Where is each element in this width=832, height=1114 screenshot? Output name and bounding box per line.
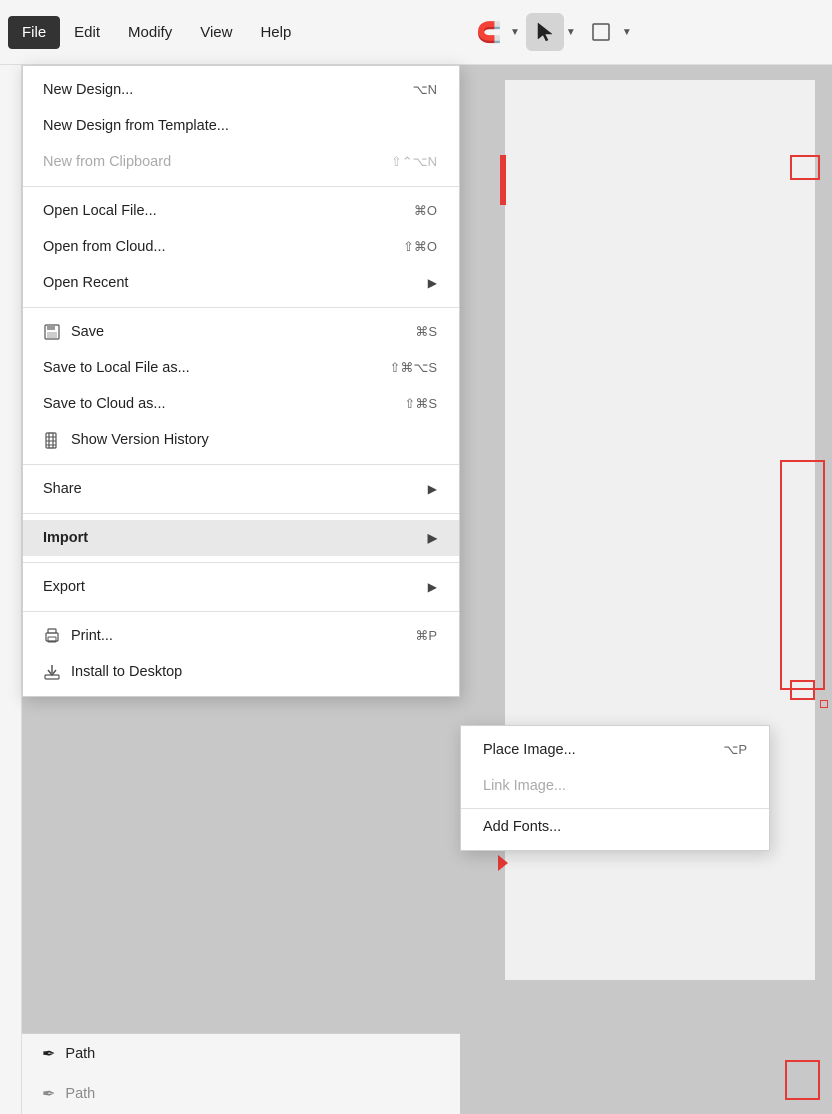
submenu-item-place-image[interactable]: Place Image... ⌥P bbox=[461, 732, 769, 768]
open-recent-label: Open Recent bbox=[43, 275, 128, 291]
menu-item-save-cloud[interactable]: Save to Cloud as... ⇧⌘S bbox=[23, 386, 459, 422]
save-local-label: Save to Local File as... bbox=[43, 360, 190, 376]
version-history-label: Show Version History bbox=[71, 432, 209, 448]
toolbar-btn-magnet[interactable]: 🧲 bbox=[470, 13, 508, 51]
print-shortcut: ⌘P bbox=[415, 628, 437, 644]
red-arrow bbox=[498, 855, 508, 871]
toolbar-dropdown-3: ▼ bbox=[582, 13, 632, 51]
red-decoration-2 bbox=[780, 460, 825, 690]
menu-section-export: Export ▶ bbox=[23, 562, 459, 611]
menu-item-version-history[interactable]: Show Version History bbox=[23, 422, 459, 458]
new-design-label: New Design... bbox=[43, 82, 133, 98]
menu-file[interactable]: File bbox=[8, 16, 60, 49]
place-image-shortcut: ⌥P bbox=[723, 742, 747, 758]
save-label: Save bbox=[71, 324, 104, 340]
open-cloud-shortcut: ⇧⌘O bbox=[403, 239, 437, 255]
toolbar-btn-shape[interactable] bbox=[582, 13, 620, 51]
menu-item-new-from-clipboard: New from Clipboard ⇧⌃⌥N bbox=[23, 144, 459, 180]
chevron-icon-3: ▼ bbox=[622, 27, 632, 38]
menu-section-import: Import ▶ bbox=[23, 513, 459, 562]
menu-item-save-local[interactable]: Save to Local File as... ⇧⌘⌥S bbox=[23, 350, 459, 386]
place-image-label: Place Image... bbox=[483, 742, 723, 758]
select-cursor-icon bbox=[535, 22, 555, 42]
submenu-item-add-fonts[interactable]: Add Fonts... bbox=[461, 808, 769, 844]
import-label: Import bbox=[43, 530, 88, 546]
new-design-shortcut: ⌥N bbox=[413, 82, 437, 98]
install-icon bbox=[43, 663, 61, 681]
red-decoration-5 bbox=[785, 1060, 820, 1100]
path2-label: Path bbox=[65, 1086, 95, 1102]
toolbar-btn-select[interactable] bbox=[526, 13, 564, 51]
menu-view[interactable]: View bbox=[186, 16, 246, 49]
open-cloud-label: Open from Cloud... bbox=[43, 239, 166, 255]
save-icon bbox=[43, 323, 61, 341]
chevron-icon-1: ▼ bbox=[510, 27, 520, 38]
path-label: Path bbox=[65, 1046, 95, 1062]
pen-icon: ✒ bbox=[42, 1044, 55, 1064]
menu-item-open-recent[interactable]: Open Recent ▶ bbox=[23, 265, 459, 301]
print-label: Print... bbox=[71, 628, 113, 644]
save-cloud-label: Save to Cloud as... bbox=[43, 396, 166, 412]
submenu-item-link-image: Link Image... bbox=[461, 768, 769, 804]
save-local-shortcut: ⇧⌘⌥S bbox=[389, 360, 437, 376]
save-shortcut: ⌘S bbox=[415, 324, 437, 340]
menu-section-save: Save ⌘S Save to Local File as... ⇧⌘⌥S Sa… bbox=[23, 307, 459, 464]
menu-item-install-desktop[interactable]: Install to Desktop bbox=[23, 654, 459, 690]
red-left-bar bbox=[500, 155, 506, 205]
menu-section-print-install: Print... ⌘P Install to Desktop bbox=[23, 611, 459, 696]
bottom-item-path2[interactable]: ✒ Path bbox=[22, 1074, 460, 1114]
shape-icon bbox=[591, 22, 611, 42]
print-icon bbox=[43, 627, 61, 645]
menu-item-share[interactable]: Share ▶ bbox=[23, 471, 459, 507]
menu-modify[interactable]: Modify bbox=[114, 16, 186, 49]
menu-item-open-cloud[interactable]: Open from Cloud... ⇧⌘O bbox=[23, 229, 459, 265]
share-arrow-icon: ▶ bbox=[428, 482, 437, 496]
chevron-icon-2: ▼ bbox=[566, 27, 576, 38]
bottom-item-path[interactable]: ✒ Path bbox=[22, 1034, 460, 1074]
toolbar-dropdown-1: 🧲 ▼ bbox=[470, 13, 520, 51]
menu-help[interactable]: Help bbox=[246, 16, 305, 49]
share-label: Share bbox=[43, 481, 82, 497]
toolbar-right: 🧲 ▼ ▼ ▼ bbox=[460, 0, 832, 65]
menu-item-open-local[interactable]: Open Local File... ⌘O bbox=[23, 193, 459, 229]
new-template-label: New Design from Template... bbox=[43, 118, 229, 134]
menu-item-new-from-template[interactable]: New Design from Template... bbox=[23, 108, 459, 144]
menu-item-print[interactable]: Print... ⌘P bbox=[23, 618, 459, 654]
file-dropdown-menu: New Design... ⌥N New Design from Templat… bbox=[22, 65, 460, 697]
open-local-shortcut: ⌘O bbox=[414, 203, 437, 219]
bottom-menu: ✒ Path ✒ Path bbox=[22, 1033, 460, 1114]
open-recent-arrow-icon: ▶ bbox=[428, 276, 437, 290]
red-decoration-1 bbox=[790, 155, 820, 180]
menu-item-new-design[interactable]: New Design... ⌥N bbox=[23, 72, 459, 108]
install-desktop-label: Install to Desktop bbox=[71, 664, 182, 680]
import-arrow-icon: ▶ bbox=[428, 531, 437, 545]
pen2-icon: ✒ bbox=[42, 1084, 55, 1104]
export-arrow-icon: ▶ bbox=[428, 580, 437, 594]
link-image-label: Link Image... bbox=[483, 778, 747, 794]
red-decoration-3 bbox=[790, 680, 815, 700]
new-clipboard-shortcut: ⇧⌃⌥N bbox=[391, 154, 437, 170]
menu-item-export[interactable]: Export ▶ bbox=[23, 569, 459, 605]
version-history-icon bbox=[43, 431, 61, 449]
menubar: File Edit Modify View Help bbox=[0, 0, 460, 65]
save-cloud-shortcut: ⇧⌘S bbox=[404, 396, 437, 412]
menu-item-save[interactable]: Save ⌘S bbox=[23, 314, 459, 350]
new-clipboard-label: New from Clipboard bbox=[43, 154, 171, 170]
toolbar-dropdown-2: ▼ bbox=[526, 13, 576, 51]
open-local-label: Open Local File... bbox=[43, 203, 157, 219]
menu-edit[interactable]: Edit bbox=[60, 16, 114, 49]
import-submenu: Place Image... ⌥P Link Image... Add Font… bbox=[460, 725, 770, 851]
menu-section-new: New Design... ⌥N New Design from Templat… bbox=[23, 66, 459, 186]
add-fonts-label: Add Fonts... bbox=[483, 819, 747, 835]
left-sidebar bbox=[0, 65, 22, 1114]
menu-item-import[interactable]: Import ▶ bbox=[23, 520, 459, 556]
export-label: Export bbox=[43, 579, 85, 595]
menu-section-open: Open Local File... ⌘O Open from Cloud...… bbox=[23, 186, 459, 307]
menu-section-share: Share ▶ bbox=[23, 464, 459, 513]
red-decoration-4 bbox=[820, 700, 828, 708]
